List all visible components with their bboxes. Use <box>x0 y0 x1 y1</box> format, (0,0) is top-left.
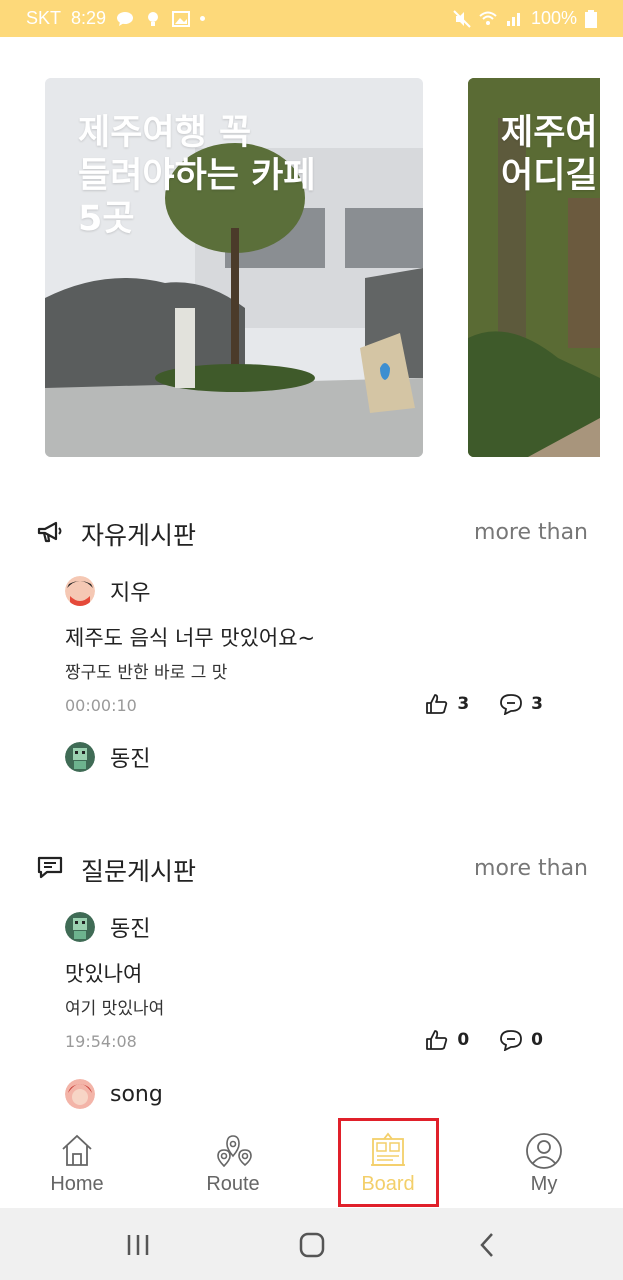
nav-label: Route <box>206 1173 260 1195</box>
post-author[interactable]: 동진 <box>65 740 150 774</box>
user-icon <box>526 1133 562 1169</box>
avatar <box>65 912 95 942</box>
board-icon <box>371 1132 405 1166</box>
image-notification-icon <box>172 10 191 27</box>
signal-icon <box>506 12 520 26</box>
post-title[interactable]: 맛있나여 <box>65 958 142 988</box>
nav-my[interactable]: My <box>494 1118 594 1208</box>
author-name: 지우 <box>110 581 151 606</box>
home-button-icon[interactable] <box>297 1230 327 1260</box>
post-body: 짱구도 반한 바로 그 맛 <box>65 663 228 683</box>
nav-home[interactable]: Home <box>27 1118 127 1208</box>
post-body: 여기 맛있나여 <box>65 999 165 1019</box>
nav-label: Home <box>50 1173 104 1195</box>
avatar <box>65 742 95 772</box>
featured-card-forest[interactable]: 제주여 어디길 <box>468 78 600 457</box>
back-icon[interactable] <box>472 1230 502 1260</box>
author-name: 동진 <box>110 747 151 772</box>
section-title: 자유게시판 <box>81 521 197 550</box>
featured-carousel[interactable]: 제주여행 꼭 들려야하는 카페 5곳 제주여 어디길 <box>0 78 623 458</box>
post-author[interactable]: 동진 <box>65 910 150 944</box>
question-board-section: 질문게시판 more than 동진 맛있나여 여기 맛있나여 19:54:08… <box>0 848 623 1109</box>
battery-icon <box>585 9 597 28</box>
post-time: 19:54:08 <box>65 1032 137 1051</box>
chat-bubble-icon <box>37 856 63 879</box>
more-link[interactable]: more than <box>474 520 588 545</box>
battery-percent: 100% <box>530 8 577 28</box>
card-title: 제주여 어디길 <box>501 113 598 196</box>
bottom-navigation: Home Route Board My <box>0 1118 623 1208</box>
lightbulb-notification-icon <box>148 11 159 26</box>
comment-icon[interactable] <box>499 693 523 715</box>
section-header: 질문게시판 more than <box>0 848 623 888</box>
author-name: song <box>110 1081 163 1107</box>
like-count: 3 <box>457 694 470 714</box>
post-time: 00:00:10 <box>65 696 137 715</box>
wifi-icon <box>479 11 497 25</box>
clock: 8:29 <box>71 8 107 28</box>
section-header: 자유게시판 more than <box>0 512 623 552</box>
more-link[interactable]: more than <box>474 856 588 881</box>
nav-route[interactable]: Route <box>183 1118 283 1208</box>
system-navigation-bar <box>0 1208 623 1280</box>
comment-icon[interactable] <box>499 1029 523 1051</box>
thumbs-up-icon[interactable] <box>425 693 449 715</box>
board-screen: SKT 8:29 100% 제주여행 꼭 들려야하는 카페 5곳 제주여 어디길… <box>0 0 623 1280</box>
card-title: 제주여행 꼭 들려야하는 카페 5곳 <box>78 113 316 239</box>
thumbs-up-icon[interactable] <box>425 1029 449 1051</box>
section-title: 질문게시판 <box>81 857 197 886</box>
route-icon <box>217 1135 252 1168</box>
mute-icon <box>453 9 471 28</box>
megaphone-icon <box>37 521 62 543</box>
post-title[interactable]: 제주도 음식 너무 맛있어요~ <box>65 622 315 652</box>
like-count: 0 <box>457 1030 470 1050</box>
comment-count: 3 <box>531 694 543 714</box>
post-stats: 0 0 <box>425 1029 543 1051</box>
avatar <box>65 1079 95 1109</box>
message-notification-icon <box>117 11 134 26</box>
home-icon <box>62 1134 92 1166</box>
post-stats: 3 3 <box>425 693 543 715</box>
carrier-label: SKT <box>26 8 62 28</box>
nav-board[interactable]: Board <box>338 1118 438 1208</box>
post-author[interactable]: song <box>65 1077 163 1111</box>
avatar <box>65 576 95 606</box>
nav-label: Board <box>361 1173 415 1195</box>
post-author[interactable]: 지우 <box>65 574 150 608</box>
more-notifications-dot <box>200 16 206 21</box>
recent-apps-icon[interactable] <box>124 1230 154 1260</box>
author-name: 동진 <box>110 917 151 942</box>
status-bar: SKT 8:29 100% <box>0 0 623 37</box>
comment-count: 0 <box>531 1030 543 1050</box>
featured-card-cafe[interactable]: 제주여행 꼭 들려야하는 카페 5곳 <box>45 78 423 457</box>
free-board-section: 자유게시판 more than 지우 제주도 음식 너무 맛있어요~ 짱구도 반… <box>0 512 623 772</box>
nav-label: My <box>530 1173 558 1195</box>
